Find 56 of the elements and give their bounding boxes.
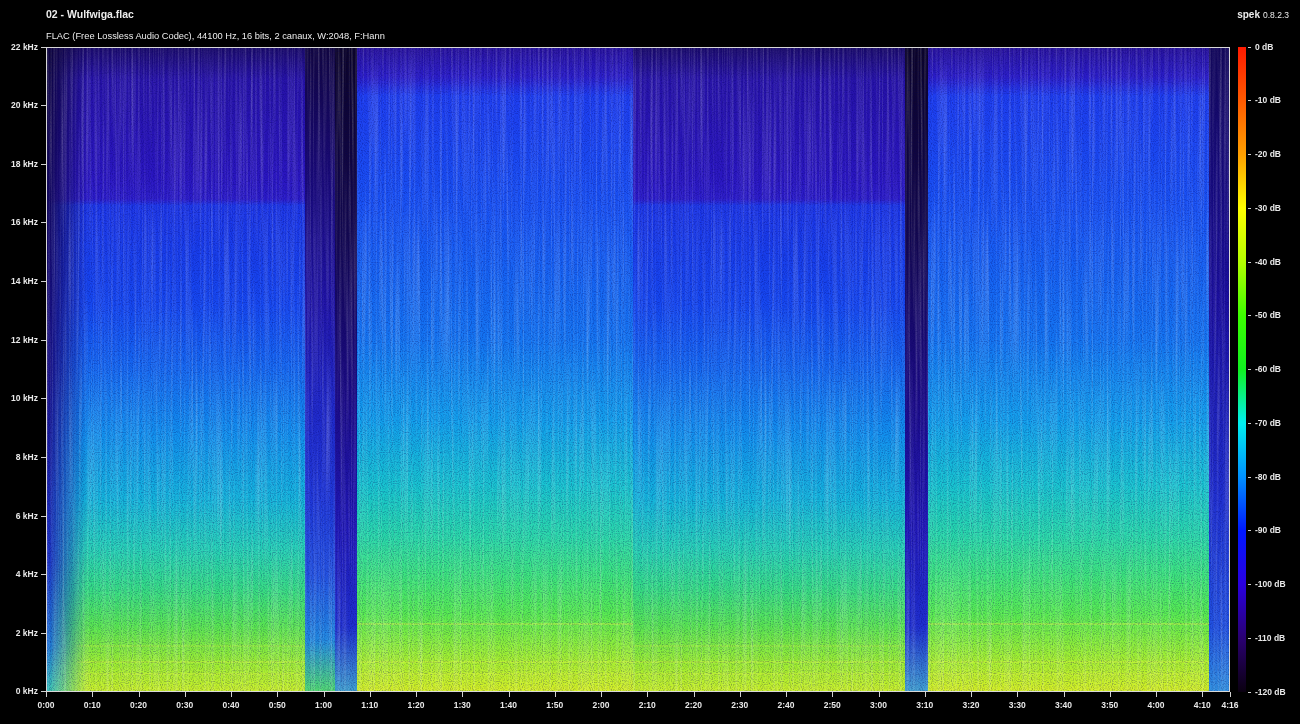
time-label: 1:50: [546, 700, 564, 711]
file-info-text: FLAC (Free Lossless Audio Codec), 44100 Hz, 16 bits, 2 canaux, W:2048, F:Hann: [46, 31, 385, 41]
time-label: 2:40: [777, 700, 795, 711]
frequency-label: 14 kHz: [11, 276, 38, 287]
app-name: spek: [1237, 8, 1260, 20]
time-label: 2:00: [592, 700, 610, 711]
db-scale-label: -110 dB: [1255, 632, 1286, 644]
time-label: 0:50: [268, 700, 286, 711]
frequency-label: 4 kHz: [15, 569, 38, 581]
time-label: 3:20: [962, 700, 980, 711]
db-scale-label: -10 dB: [1255, 95, 1281, 107]
db-scale-label: -60 dB: [1255, 364, 1281, 375]
time-label: 1:20: [407, 700, 425, 711]
db-scale-label: -100 dB: [1255, 579, 1286, 590]
time-label: 2:30: [731, 700, 749, 711]
time-label: 1:10: [361, 700, 379, 711]
db-scale-label: -40 dB: [1255, 256, 1281, 268]
file-title: 02 - Wulfwiga.flac: [46, 8, 134, 20]
db-scale-label: -30 dB: [1255, 202, 1281, 214]
db-scale-label: -90 dB: [1255, 525, 1281, 537]
frequency-label: 18 kHz: [11, 158, 38, 170]
time-label: 3:00: [870, 700, 887, 711]
db-scale-label: 0 dB: [1255, 41, 1274, 53]
frequency-label: 12 kHz: [11, 334, 38, 346]
time-label: 0:40: [222, 700, 240, 711]
time-label: 0:30: [176, 700, 194, 711]
time-label: 1:40: [500, 700, 517, 711]
db-scale-label: -50 dB: [1255, 310, 1281, 322]
db-scale-label: -20 dB: [1255, 149, 1281, 160]
frequency-label: 8 kHz: [15, 451, 38, 463]
db-scale-label: -120 dB: [1255, 686, 1286, 698]
db-scale-label: -80 dB: [1255, 471, 1281, 483]
app-version: 0.8.2.3: [1263, 9, 1289, 20]
frequency-label: 6 kHz: [15, 510, 38, 522]
time-label: 4:00: [1147, 700, 1165, 711]
time-label: 4:10: [1193, 700, 1211, 711]
time-label: 2:10: [638, 700, 656, 711]
time-label: 3:50: [1101, 700, 1119, 711]
time-label: 3:40: [1055, 700, 1072, 711]
frequency-label: 22 kHz: [11, 41, 38, 53]
time-label: 3:10: [916, 700, 934, 711]
time-label: 4:16: [1221, 700, 1239, 711]
frequency-label: 16 kHz: [11, 217, 38, 229]
frequency-label: 10 kHz: [11, 393, 38, 405]
db-scale-label: -70 dB: [1255, 417, 1281, 429]
time-label: 1:00: [315, 700, 332, 711]
time-label: 2:50: [823, 700, 841, 711]
time-label: 0:20: [130, 700, 147, 711]
time-label: 2:20: [685, 700, 702, 711]
frequency-label: 20 kHz: [11, 100, 38, 112]
time-label: 1:30: [453, 700, 471, 711]
frequency-label: 0 kHz: [15, 686, 38, 698]
frequency-label: 2 kHz: [15, 627, 38, 639]
time-label: 3:30: [1008, 700, 1026, 711]
time-label: 0:10: [83, 700, 101, 711]
time-label: 0:00: [37, 700, 55, 711]
